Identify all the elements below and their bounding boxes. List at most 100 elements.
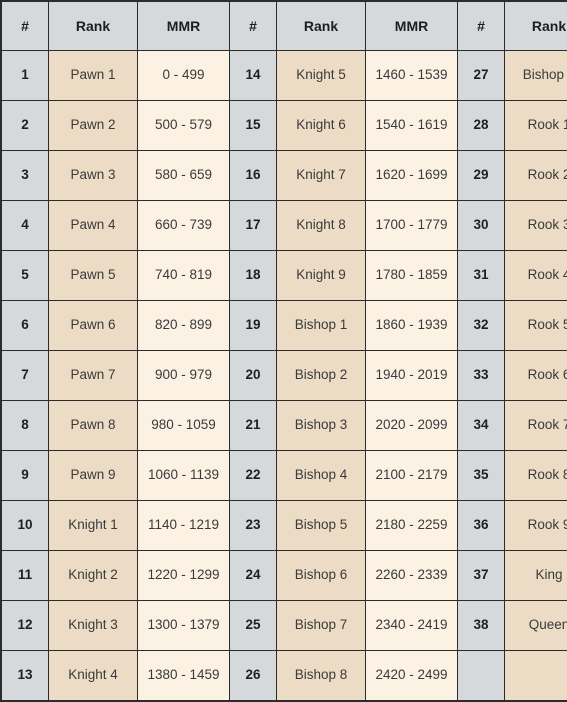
cell-rank3: Queen xyxy=(505,601,567,651)
table-row: 7Pawn 7900 - 97920Bishop 21940 - 201933R… xyxy=(1,351,567,401)
cell-rank2: Bishop 3 xyxy=(277,401,366,451)
table-row: 8Pawn 8980 - 105921Bishop 32020 - 209934… xyxy=(1,401,567,451)
cell-idx1: 6 xyxy=(1,301,49,351)
cell-rank1: Knight 3 xyxy=(49,601,138,651)
cell-mmr1: 1220 - 1299 xyxy=(138,551,230,601)
cell-rank3: Rook 9 xyxy=(505,501,567,551)
column-header-idx3: # xyxy=(458,1,505,51)
cell-rank3: Rook 5 xyxy=(505,301,567,351)
cell-idx3: 38 xyxy=(458,601,505,651)
column-header-rank3: Rank xyxy=(505,1,567,51)
cell-mmr1: 1300 - 1379 xyxy=(138,601,230,651)
cell-idx1: 12 xyxy=(1,601,49,651)
cell-rank1: Knight 1 xyxy=(49,501,138,551)
cell-idx3 xyxy=(458,651,505,701)
cell-mmr2: 1460 - 1539 xyxy=(366,51,458,101)
cell-rank2: Bishop 5 xyxy=(277,501,366,551)
cell-idx1: 4 xyxy=(1,201,49,251)
table-row: 11Knight 21220 - 129924Bishop 62260 - 23… xyxy=(1,551,567,601)
cell-mmr1: 500 - 579 xyxy=(138,101,230,151)
cell-mmr2: 2100 - 2179 xyxy=(366,451,458,501)
cell-rank3: Rook 6 xyxy=(505,351,567,401)
cell-mmr2: 1700 - 1779 xyxy=(366,201,458,251)
cell-rank3: Rook 7 xyxy=(505,401,567,451)
cell-idx2: 17 xyxy=(230,201,277,251)
cell-idx3: 37 xyxy=(458,551,505,601)
cell-mmr2: 1540 - 1619 xyxy=(366,101,458,151)
cell-rank2: Knight 7 xyxy=(277,151,366,201)
cell-rank3: King xyxy=(505,551,567,601)
table-row: 12Knight 31300 - 137925Bishop 72340 - 24… xyxy=(1,601,567,651)
cell-rank1: Pawn 4 xyxy=(49,201,138,251)
cell-mmr1: 1060 - 1139 xyxy=(138,451,230,501)
cell-mmr2: 1620 - 1699 xyxy=(366,151,458,201)
cell-rank1: Knight 4 xyxy=(49,651,138,701)
table-row: 1Pawn 10 - 49914Knight 51460 - 153927Bis… xyxy=(1,51,567,101)
cell-mmr1: 0 - 499 xyxy=(138,51,230,101)
cell-idx3: 28 xyxy=(458,101,505,151)
cell-rank2: Bishop 2 xyxy=(277,351,366,401)
column-header-rank2: Rank xyxy=(277,1,366,51)
cell-mmr1: 1140 - 1219 xyxy=(138,501,230,551)
column-header-rank1: Rank xyxy=(49,1,138,51)
cell-mmr2: 1860 - 1939 xyxy=(366,301,458,351)
cell-mmr2: 2420 - 2499 xyxy=(366,651,458,701)
cell-idx2: 22 xyxy=(230,451,277,501)
cell-idx1: 10 xyxy=(1,501,49,551)
cell-idx1: 13 xyxy=(1,651,49,701)
cell-rank2: Bishop 6 xyxy=(277,551,366,601)
cell-mmr1: 1380 - 1459 xyxy=(138,651,230,701)
header-row: #RankMMR#RankMMR#RankMMR xyxy=(1,1,567,51)
cell-rank2: Bishop 4 xyxy=(277,451,366,501)
table-body: 1Pawn 10 - 49914Knight 51460 - 153927Bis… xyxy=(1,51,567,701)
cell-rank2: Knight 8 xyxy=(277,201,366,251)
cell-mmr1: 580 - 659 xyxy=(138,151,230,201)
cell-rank2: Bishop 8 xyxy=(277,651,366,701)
table-row: 5Pawn 5740 - 81918Knight 91780 - 185931R… xyxy=(1,251,567,301)
cell-idx2: 14 xyxy=(230,51,277,101)
cell-idx1: 1 xyxy=(1,51,49,101)
cell-mmr2: 1780 - 1859 xyxy=(366,251,458,301)
cell-rank2: Bishop 1 xyxy=(277,301,366,351)
column-header-idx2: # xyxy=(230,1,277,51)
cell-idx1: 11 xyxy=(1,551,49,601)
cell-rank3: Rook 4 xyxy=(505,251,567,301)
cell-idx2: 21 xyxy=(230,401,277,451)
cell-idx1: 8 xyxy=(1,401,49,451)
cell-rank1: Pawn 1 xyxy=(49,51,138,101)
column-header-mmr1: MMR xyxy=(138,1,230,51)
cell-rank1: Knight 2 xyxy=(49,551,138,601)
cell-rank1: Pawn 3 xyxy=(49,151,138,201)
cell-idx3: 35 xyxy=(458,451,505,501)
cell-mmr1: 740 - 819 xyxy=(138,251,230,301)
cell-rank1: Pawn 6 xyxy=(49,301,138,351)
table-row: 9Pawn 91060 - 113922Bishop 42100 - 21793… xyxy=(1,451,567,501)
cell-idx1: 5 xyxy=(1,251,49,301)
cell-idx2: 24 xyxy=(230,551,277,601)
cell-mmr2: 2180 - 2259 xyxy=(366,501,458,551)
cell-idx2: 18 xyxy=(230,251,277,301)
cell-mmr1: 660 - 739 xyxy=(138,201,230,251)
cell-rank1: Pawn 5 xyxy=(49,251,138,301)
cell-mmr2: 2020 - 2099 xyxy=(366,401,458,451)
cell-mmr2: 2260 - 2339 xyxy=(366,551,458,601)
column-header-idx1: # xyxy=(1,1,49,51)
cell-rank2: Bishop 7 xyxy=(277,601,366,651)
cell-idx2: 16 xyxy=(230,151,277,201)
cell-rank1: Pawn 9 xyxy=(49,451,138,501)
cell-idx2: 26 xyxy=(230,651,277,701)
table-row: 6Pawn 6820 - 89919Bishop 11860 - 193932R… xyxy=(1,301,567,351)
cell-mmr2: 2340 - 2419 xyxy=(366,601,458,651)
cell-idx1: 3 xyxy=(1,151,49,201)
cell-rank3: Rook 3 xyxy=(505,201,567,251)
table-row: 10Knight 11140 - 121923Bishop 52180 - 22… xyxy=(1,501,567,551)
table-row: 13Knight 41380 - 145926Bishop 82420 - 24… xyxy=(1,651,567,701)
cell-idx3: 33 xyxy=(458,351,505,401)
cell-rank2: Knight 9 xyxy=(277,251,366,301)
table-header: #RankMMR#RankMMR#RankMMR xyxy=(1,1,567,51)
cell-mmr1: 900 - 979 xyxy=(138,351,230,401)
column-header-mmr2: MMR xyxy=(366,1,458,51)
cell-rank3: Bishop 9 xyxy=(505,51,567,101)
cell-idx2: 19 xyxy=(230,301,277,351)
cell-idx3: 30 xyxy=(458,201,505,251)
